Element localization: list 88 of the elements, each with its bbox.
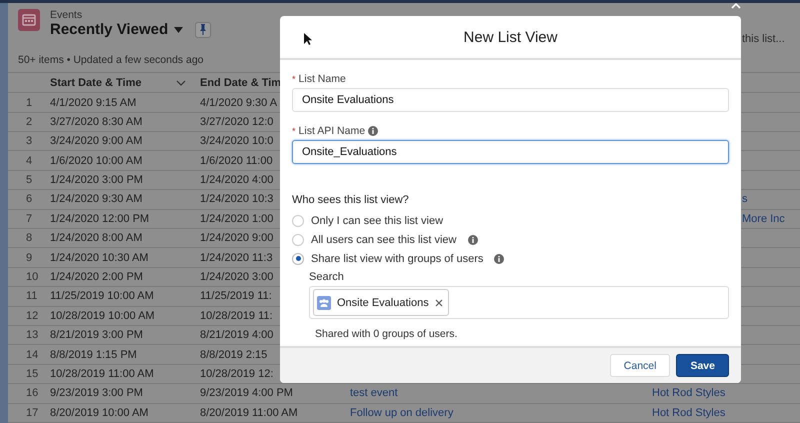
row-number: 12 [25,310,40,322]
table-cell-text: 1/6/2020 10:00 AM [50,154,144,167]
table-cell: 1/24/2020 10:3 [200,193,274,206]
cancel-button[interactable]: Cancel [610,354,670,377]
table-cell-text: 1/24/2020 10:30 AM [50,252,150,264]
table-cell: 1/6/2020 11:00 [200,154,273,167]
table-cell: 1/24/2020 1:00 [200,212,274,225]
shared-count-text: Shared with 0 groups of users. [315,328,458,340]
radio-label[interactable]: All users can see this list view [311,234,456,246]
list-view-title[interactable]: Recently Viewed [50,21,168,38]
object-label: Events [50,9,84,21]
search-label: Search [309,271,345,283]
table-cell: 4/1/2020 9:30 A [200,96,278,108]
row-number: 11 [25,290,38,302]
table-cell: 3/27/2020 12:0 [200,116,274,128]
table-cell: 8/21/2019 4:00 [200,329,274,342]
table-cell-text: 8/8/2019 1:15 PM [50,348,138,361]
table-cell-text: 8/20/2019 10:00 AM [50,406,150,419]
required-mark: * [292,126,296,136]
info-icon[interactable] [494,254,504,264]
table-cell: 9/23/2019 4:00 PM [200,387,293,400]
group-search-field[interactable]: Onsite Evaluations [309,286,729,319]
table-cell-text: 1/24/2020 8:00 AM [50,232,144,244]
column-header[interactable]: Start Date & Time [50,76,142,89]
text-input[interactable]: Onsite_Evaluations [292,140,729,164]
pin-icon[interactable] [199,24,208,35]
table-cell-text: 1/24/2020 12:00 PM [50,212,150,225]
table-cell: 1/24/2020 9:00 [200,232,274,244]
field-label: List Name [298,73,346,85]
remove-icon[interactable] [434,298,443,306]
row-number: 9 [25,252,34,264]
row-number: 4 [25,154,34,167]
radio-label[interactable]: Share list view with groups of users [311,252,484,264]
calendar-icon [18,9,40,31]
radio-label[interactable]: Only I can see this list view [311,214,444,226]
table-cell: 10/28/2019 11: [200,310,273,322]
row-number: 2 [25,116,34,128]
field-label: List API Name [298,125,366,137]
table-cell-text: 1/24/2020 9:30 AM [50,193,144,206]
table-cell-text: 10/28/2019 10:00 AM [50,310,156,322]
modal-title: New List View [464,28,558,46]
save-button[interactable]: Save [676,354,729,377]
radio-button[interactable] [292,214,304,226]
group-icon [317,296,331,310]
row-number: 5 [25,174,34,186]
table-cell: 3/24/2020 10:0 [200,135,274,148]
table-cell: 10/28/2019 12: [200,368,274,380]
row-number: 10 [25,271,40,284]
required-mark: * [292,74,296,84]
radio-button[interactable] [292,234,304,246]
table-cell-text: 4/1/2020 9:15 AM [50,96,138,108]
info-icon[interactable] [468,234,478,244]
table-cell: 11/25/2019 11: [200,290,272,302]
row-number: 1 [25,96,34,108]
text-input[interactable]: Onsite Evaluations [292,88,729,112]
radio-button[interactable] [292,252,304,264]
table-cell: 1/24/2020 4:00 [200,174,274,186]
table-cell-text: 3/27/2020 8:30 AM [50,116,144,128]
pin-button[interactable] [195,22,212,38]
group-pill[interactable]: Onsite Evaluations [313,289,449,316]
table-cell-text: 11/25/2019 10:00 AM [50,290,155,302]
search-field[interactable]: this list... [742,31,798,47]
table-cell-text: 8/21/2019 3:00 PM [50,329,144,342]
row-number: 13 [25,329,40,342]
info-icon[interactable] [368,126,378,136]
row-number: 15 [25,368,40,380]
row-number: 7 [25,212,34,225]
row-number: 17 [25,406,40,419]
list-status-text: 50+ items • Updated a few seconds ago [18,54,204,66]
chevron-down-icon[interactable] [176,80,186,86]
table-cell: 8/8/2019 2:15 [200,348,268,361]
table-cell-text: 3/24/2020 9:00 AM [50,135,144,148]
row-number: 3 [25,135,34,148]
table-cell: 1/24/2020 3:00 [200,271,274,284]
table-cell-text: 1/24/2020 2:00 PM [50,271,144,284]
row-number: 16 [25,387,40,400]
mouse-pointer-icon [304,33,312,45]
visibility-question: Who sees this list view? [292,194,410,206]
row-number: 6 [25,193,34,206]
column-header[interactable]: End Date & Tim [200,76,282,89]
dropdown-caret-icon[interactable] [174,26,184,32]
table-cell-text: 1/24/2020 3:00 PM [50,174,144,186]
row-number: 8 [25,232,34,244]
row-number: 14 [25,348,40,361]
table-cell: 8/20/2019 11:00 AM [200,406,298,419]
table-cell-text: 10/28/2019 11:00 AM [50,368,155,380]
table-cell-text: 9/23/2019 3:00 PM [50,387,144,400]
table-cell: 1/24/2020 11:3 [200,252,273,264]
